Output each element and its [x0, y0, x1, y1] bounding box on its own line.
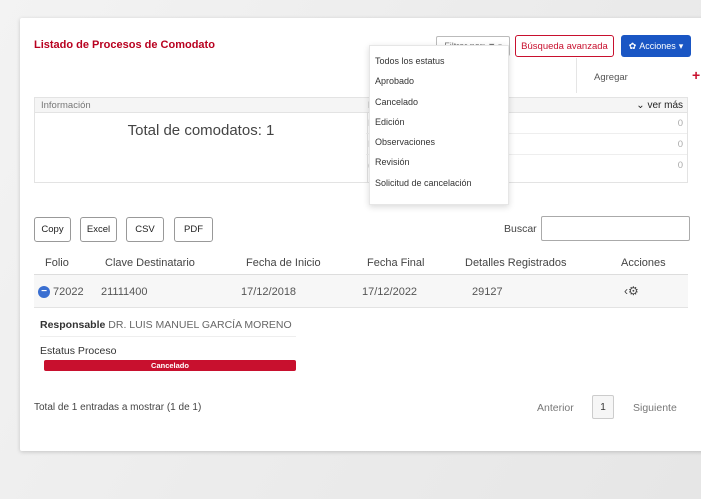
- pdf-button[interactable]: PDF: [174, 217, 213, 242]
- responsable-value: DR. LUIS MANUEL GARCÍA MORENO: [108, 319, 292, 331]
- row-actions-gear-icon[interactable]: ‹⚙: [624, 284, 639, 298]
- cell-fecha-final: 17/12/2022: [362, 286, 418, 298]
- cell-detalles: 29127: [472, 286, 503, 298]
- total-comodatos: Total de comodatos: 1: [127, 122, 275, 139]
- next-page-button[interactable]: Siguiente: [633, 402, 677, 414]
- filter-dropdown-menu: Todos los estatus Aprobado Cancelado Edi…: [369, 45, 509, 205]
- col-fecha-final[interactable]: Fecha Final: [367, 257, 424, 269]
- advanced-search-button[interactable]: Búsqueda avanzada: [515, 35, 614, 57]
- actions-dropdown: Agregar +: [576, 58, 701, 93]
- actions-label: Acciones: [639, 41, 676, 51]
- chevron-down-icon: ⌄: [636, 100, 645, 111]
- filter-option-cancelado[interactable]: Cancelado: [375, 97, 418, 107]
- filter-option-revision[interactable]: Revisión: [375, 157, 410, 167]
- excel-button[interactable]: Excel: [80, 217, 117, 242]
- filter-option-edicion[interactable]: Edición: [375, 117, 405, 127]
- gear-icon: ✿: [628, 40, 637, 51]
- copy-button[interactable]: Copy: [34, 217, 71, 242]
- actions-button[interactable]: ✿ Acciones ▾: [621, 35, 691, 57]
- col-acciones[interactable]: Acciones: [621, 257, 666, 269]
- filter-option-solicitud[interactable]: Solicitud de cancelación: [375, 178, 472, 188]
- col-clave[interactable]: Clave Destinatario: [105, 257, 195, 269]
- prev-page-button[interactable]: Anterior: [537, 402, 574, 414]
- caret-down-icon: ▾: [678, 40, 684, 51]
- filter-option-aprobado[interactable]: Aprobado: [375, 76, 414, 86]
- col-detalles[interactable]: Detalles Registrados: [465, 257, 567, 269]
- add-menu-item[interactable]: Agregar: [594, 72, 628, 83]
- csv-button[interactable]: CSV: [126, 217, 164, 242]
- page-title: Listado de Procesos de Comodato: [34, 39, 215, 51]
- info-panel: Información Total de comodatos: 1: [34, 97, 368, 183]
- info-header: Información: [35, 98, 367, 113]
- search-input[interactable]: [541, 216, 690, 241]
- ver-mas-link[interactable]: ⌄ ver más: [636, 100, 683, 111]
- pagination-info: Total de 1 entradas a mostrar (1 de 1): [34, 402, 202, 413]
- collapse-row-icon[interactable]: −: [38, 286, 50, 298]
- col-folio[interactable]: Folio: [45, 257, 69, 269]
- status-badge: Cancelado: [44, 360, 296, 371]
- col-fecha-inicio[interactable]: Fecha de Inicio: [246, 257, 321, 269]
- page-1-button[interactable]: 1: [592, 395, 614, 419]
- main-card: Listado de Procesos de Comodato Filtrar …: [20, 18, 701, 451]
- responsable-label: Responsable: [40, 319, 106, 331]
- estatus-label: Estatus Proceso: [40, 345, 117, 357]
- cell-fecha-inicio: 17/12/2018: [241, 286, 297, 298]
- filter-option-todos[interactable]: Todos los estatus: [375, 56, 445, 66]
- plus-icon[interactable]: +: [692, 67, 700, 83]
- responsable-line: Responsable DR. LUIS MANUEL GARCÍA MOREN…: [40, 319, 292, 331]
- cell-clave: 21111400: [101, 286, 148, 298]
- cell-folio: 72022: [53, 286, 84, 298]
- detail-divider: [40, 336, 296, 337]
- filter-option-observaciones[interactable]: Observaciones: [375, 137, 435, 147]
- search-label: Buscar: [504, 223, 537, 235]
